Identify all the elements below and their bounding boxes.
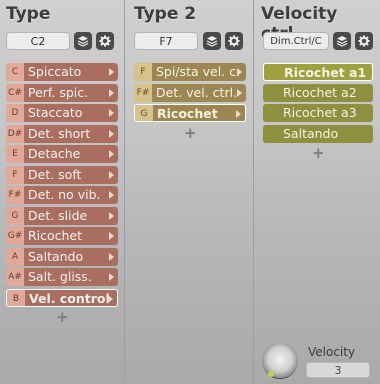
articulation-label: Det. no vib. — [28, 187, 101, 202]
articulation-item[interactable]: A Saltando — [6, 247, 118, 266]
articulation-label: Ricochet a2 — [283, 84, 357, 100]
articulation-item[interactable]: Ricochet a3 — [263, 104, 373, 122]
chevron-right-icon — [109, 109, 114, 117]
controller-selector[interactable]: Dim.Ctrl/C — [263, 32, 329, 50]
articulation-label: Detache — [28, 146, 81, 161]
key-label: C — [6, 63, 24, 81]
velocity-label: Velocity — [308, 345, 356, 359]
plus-icon[interactable]: + — [184, 124, 197, 142]
articulation-label: Ricochet — [28, 228, 83, 243]
chevron-right-icon — [109, 273, 114, 281]
chevron-right-icon — [109, 232, 114, 240]
articulation-label: Saltando — [28, 248, 84, 264]
chevron-right-icon — [109, 129, 114, 138]
chevron-right-icon — [109, 88, 114, 97]
articulation-label: Ricochet a3 — [283, 105, 357, 120]
articulation-item[interactable]: G# Ricochet — [6, 227, 118, 245]
articulation-item[interactable]: G Det. slide — [6, 206, 118, 225]
plus-icon[interactable]: + — [312, 144, 325, 162]
chevron-right-icon — [109, 211, 114, 220]
articulation-item[interactable]: E Detache — [6, 145, 118, 163]
key-label: D — [6, 104, 24, 122]
velocity-ctrl-column: Velocity ctrl. Dim.Ctrl/C Ricochet a1Ric… — [254, 0, 380, 384]
gear-icon[interactable] — [96, 32, 114, 50]
layers-icon[interactable] — [74, 32, 92, 50]
chevron-right-icon — [237, 88, 242, 97]
articulation-label: Det. slide — [28, 207, 88, 223]
column-title: Type — [6, 4, 51, 24]
type2-column: Type 2 F7 F Spi/sta vel. c. F# Det. vel. ct… — [125, 0, 253, 384]
key-selector[interactable]: F7 — [134, 32, 198, 50]
articulation-label: Det. soft — [28, 166, 82, 182]
layers-icon[interactable] — [203, 32, 221, 50]
articulation-label: Ricochet a1 — [284, 65, 367, 80]
gear-icon[interactable] — [225, 32, 243, 50]
articulation-item[interactable]: Ricochet a2 — [263, 83, 373, 102]
articulation-label: Spiccato — [28, 64, 82, 79]
articulation-label: Det. vel. ctrl. — [156, 84, 238, 100]
key-selector[interactable]: C2 — [6, 32, 70, 50]
chevron-right-icon — [109, 252, 114, 261]
velocity-value[interactable]: 3 — [306, 362, 370, 378]
articulation-label: Perf. spic. — [28, 84, 89, 100]
gear-icon[interactable] — [355, 32, 373, 50]
key-label: A# — [6, 268, 24, 286]
layers-icon[interactable] — [333, 32, 351, 50]
articulation-item[interactable]: B Vel. control — [6, 288, 118, 307]
key-label: F# — [134, 83, 152, 102]
articulation-item[interactable]: F# Det. vel. ctrl. — [134, 83, 246, 102]
chevron-right-icon — [109, 170, 114, 179]
key-label: D# — [6, 124, 24, 143]
chevron-right-icon — [109, 150, 114, 158]
articulation-item[interactable]: D# Det. short — [6, 124, 118, 143]
chevron-right-icon — [109, 191, 114, 199]
articulation-item[interactable]: A# Salt. gliss. — [6, 268, 118, 286]
articulation-item[interactable]: C# Perf. spic. — [6, 83, 118, 102]
plus-icon[interactable]: + — [56, 308, 69, 326]
articulation-label: Vel. control — [29, 290, 110, 306]
articulation-item[interactable]: F Det. soft — [6, 165, 118, 184]
column-title: Type 2 — [134, 4, 197, 24]
chevron-right-icon — [109, 68, 114, 76]
articulation-label: Staccato — [28, 105, 83, 120]
articulation-item[interactable]: F Spi/sta vel. c. — [134, 63, 246, 81]
key-label: F — [6, 165, 24, 184]
key-label: F# — [6, 186, 24, 204]
velocity-knob[interactable] — [262, 343, 298, 379]
key-label: C# — [6, 83, 24, 102]
type-column: Type C2 C Spiccato C# Perf. spic. D Staccato D… — [0, 0, 124, 384]
key-label: B — [7, 289, 25, 306]
key-label: G — [6, 206, 24, 225]
articulation-label: Saltando — [283, 125, 339, 141]
articulation-item[interactable]: Ricochet a1 — [263, 63, 373, 81]
articulation-item[interactable]: Saltando — [263, 124, 373, 143]
key-label: G — [135, 105, 153, 121]
articulation-item[interactable]: G Ricochet — [134, 104, 246, 122]
knob-indicator — [268, 371, 274, 377]
articulation-item[interactable]: C Spiccato — [6, 63, 118, 81]
articulation-item[interactable]: F# Det. no vib. — [6, 186, 118, 204]
articulation-label: Ricochet — [157, 106, 218, 121]
key-label: E — [6, 145, 24, 163]
articulation-label: Det. short — [28, 125, 91, 141]
key-label: A — [6, 247, 24, 266]
chevron-right-icon — [237, 68, 242, 76]
articulation-label: Spi/sta vel. c. — [156, 64, 240, 79]
articulation-label: Salt. gliss. — [28, 269, 92, 284]
key-label: F — [134, 63, 152, 81]
chevron-right-icon — [108, 294, 113, 303]
key-label: G# — [6, 227, 24, 245]
chevron-right-icon — [236, 110, 241, 118]
articulation-item[interactable]: D Staccato — [6, 104, 118, 122]
